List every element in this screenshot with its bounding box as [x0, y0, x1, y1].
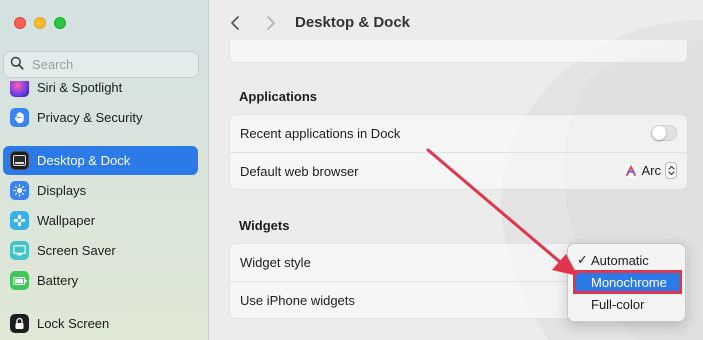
sidebar-item-displays[interactable]: Displays [3, 176, 198, 205]
lock-icon [10, 314, 29, 333]
sidebar-item-label: Lock Screen [37, 316, 110, 331]
sun-icon [10, 181, 29, 200]
sidebar-item-desktop-dock[interactable]: Desktop & Dock [3, 146, 198, 175]
forward-button[interactable] [260, 12, 282, 36]
widget-style-label: Widget style [240, 255, 311, 270]
search-input[interactable] [32, 57, 192, 72]
menu-item-automatic[interactable]: ✓ Automatic [574, 250, 680, 270]
applications-card: Recent applications in Dock Default web … [229, 114, 688, 190]
dock-icon [10, 151, 29, 170]
zoom-window-button[interactable] [54, 17, 66, 29]
applications-heading: Applications [239, 89, 318, 104]
flower-icon [10, 211, 29, 230]
sidebar-item-label: Battery [37, 273, 79, 288]
menu-item-monochrome[interactable]: Monochrome [573, 270, 682, 294]
window-controls [14, 17, 66, 29]
minimize-window-button[interactable] [34, 17, 46, 29]
siri-icon [10, 81, 29, 97]
menu-item-label: Full-color [591, 296, 645, 312]
sidebar-item-lock-screen[interactable]: Lock Screen [3, 309, 198, 338]
menu-item-label: Automatic [591, 252, 649, 268]
chevron-right-icon [266, 15, 276, 34]
sidebar-item-screen-saver[interactable]: Screen Saver [3, 236, 198, 265]
battery-icon [10, 271, 29, 290]
widgets-heading: Widgets [239, 218, 290, 233]
widget-style-menu: ✓ Automatic Monochrome Full-color [567, 243, 686, 322]
recent-apps-label: Recent applications in Dock [240, 126, 401, 141]
page-title: Desktop & Dock [295, 14, 411, 31]
close-window-button[interactable] [14, 17, 26, 29]
sidebar: Siri & Spotlight Privacy & Security Desk… [0, 0, 209, 340]
arc-browser-icon [623, 163, 638, 178]
search-field[interactable] [3, 51, 199, 78]
recent-apps-toggle[interactable] [651, 125, 677, 141]
hand-icon [10, 108, 29, 127]
updown-chevron-icon [665, 162, 677, 179]
checkmark-icon: ✓ [577, 252, 588, 267]
menu-item-full-color[interactable]: Full-color [574, 294, 680, 314]
back-button[interactable] [224, 12, 246, 36]
sidebar-item-label: Privacy & Security [37, 110, 143, 125]
default-browser-row: Default web browser Arc [230, 152, 687, 189]
sidebar-item-wallpaper[interactable]: Wallpaper [3, 206, 198, 235]
sidebar-item-privacy[interactable]: Privacy & Security [3, 103, 198, 132]
default-browser-popup[interactable]: Arc [623, 162, 677, 179]
previous-settings-card [229, 40, 688, 63]
sidebar-item-label: Displays [37, 183, 87, 198]
sidebar-item-label: Siri & Spotlight [37, 80, 123, 95]
chevron-left-icon [230, 15, 240, 34]
menu-item-label: Monochrome [591, 274, 667, 290]
recent-apps-row: Recent applications in Dock [230, 115, 687, 152]
sidebar-item-label: Screen Saver [37, 243, 116, 258]
sidebar-item-label: Wallpaper [37, 213, 96, 228]
iphone-widgets-label: Use iPhone widgets [240, 292, 355, 308]
sidebar-item-battery[interactable]: Battery [3, 266, 198, 295]
screensaver-icon [10, 241, 29, 260]
search-icon [10, 56, 24, 73]
default-browser-label: Default web browser [240, 163, 359, 179]
sidebar-item-label: Desktop & Dock [37, 153, 131, 168]
toggle-knob [652, 126, 666, 140]
default-browser-value: Arc [641, 163, 662, 178]
